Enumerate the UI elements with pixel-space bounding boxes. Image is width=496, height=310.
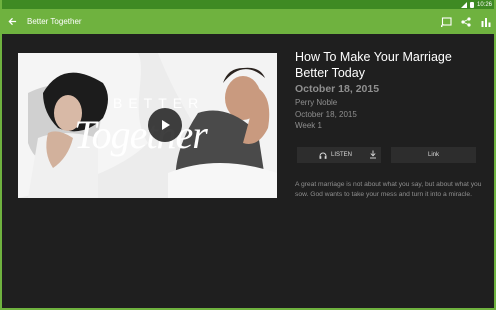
toolbar-actions: [440, 9, 492, 34]
download-icon[interactable]: [369, 150, 377, 159]
listen-label: LISTEN: [331, 152, 353, 158]
link-button[interactable]: Link: [391, 147, 476, 163]
listen-button[interactable]: LISTEN: [297, 147, 381, 163]
status-bar: 10:26: [0, 0, 496, 9]
episode-title: How To Make Your Marriage Better Today: [295, 50, 452, 80]
play-button[interactable]: [148, 108, 182, 142]
back-arrow-icon[interactable]: [1, 9, 23, 34]
signal-icon: [460, 1, 467, 8]
status-time: 10:26: [476, 1, 492, 8]
battery-icon: [469, 1, 474, 8]
episode-date-heading: October 18, 2015: [295, 83, 380, 95]
episode-week: Week 1: [295, 121, 322, 130]
app-toolbar: Better Together: [0, 9, 496, 34]
episode-date: October 18, 2015: [295, 109, 357, 119]
link-label: Link: [427, 152, 439, 158]
episode-actions: LISTEN Link: [297, 147, 476, 163]
episode-meta: Perry Noble October 18, 2015 Week 1: [295, 97, 485, 132]
headphones-icon: [319, 152, 327, 159]
episode-description: A great marriage is not about what you s…: [295, 181, 482, 198]
play-icon: [162, 120, 170, 130]
speaker-name: Perry Noble: [295, 98, 338, 107]
page-title: Better Together: [27, 17, 82, 26]
status-icons: 10:26: [460, 0, 492, 9]
watermark-bottom: Together: [74, 112, 208, 157]
video-thumbnail[interactable]: BETTER Together: [18, 53, 277, 198]
share-icon[interactable]: [460, 16, 472, 28]
episode-info: How To Make Your Marriage Better Today O…: [295, 50, 485, 132]
stats-icon[interactable]: [480, 16, 492, 28]
cast-icon[interactable]: [440, 16, 452, 28]
